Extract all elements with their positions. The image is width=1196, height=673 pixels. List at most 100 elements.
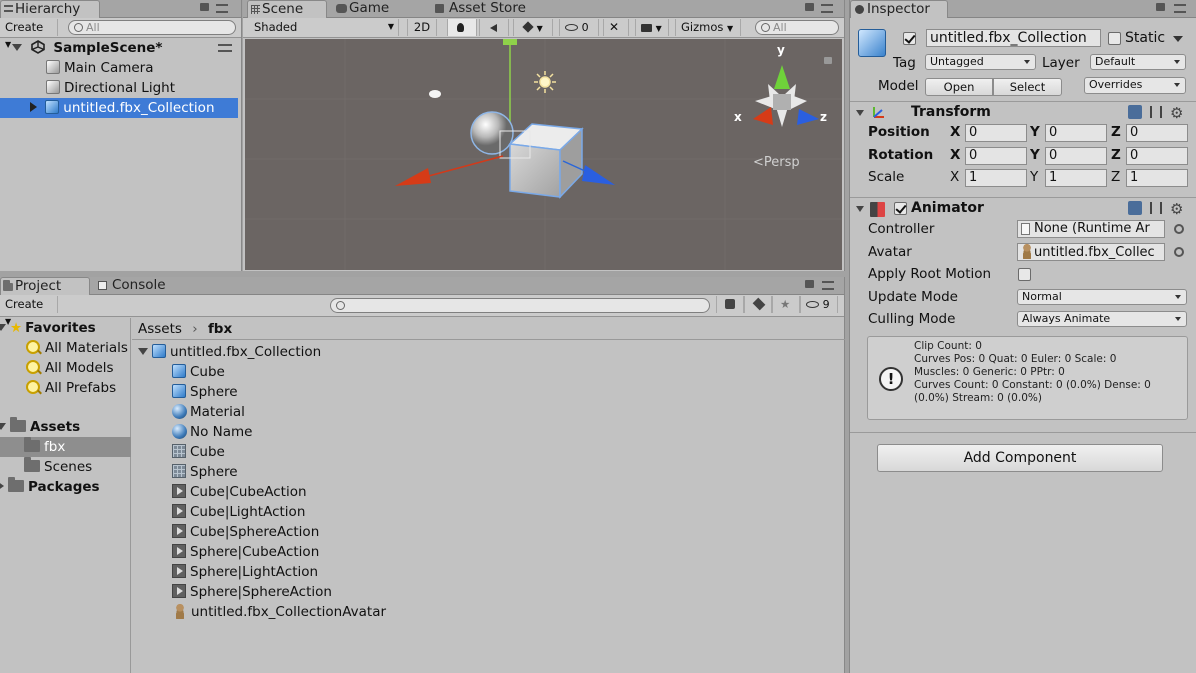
search-by-type-button[interactable]: [716, 296, 744, 313]
folder-scenes[interactable]: Scenes: [24, 457, 92, 477]
axis-label-x[interactable]: X: [950, 168, 959, 186]
asset-item[interactable]: Sphere|CubeAction: [172, 542, 319, 562]
transform-z-field[interactable]: 0: [1126, 146, 1188, 165]
expand-arrow-icon[interactable]: [138, 348, 148, 355]
controller-field[interactable]: None (Runtime Ar: [1017, 220, 1165, 238]
tab-project[interactable]: Project: [0, 277, 90, 295]
scene-root-row[interactable]: SampleScene*: [0, 38, 242, 58]
panel-menu-icon[interactable]: [821, 4, 833, 13]
asset-item[interactable]: Sphere|SphereAction: [172, 582, 332, 602]
object-picker-icon[interactable]: [1174, 247, 1184, 257]
shading-mode-dropdown[interactable]: Shaded ▼: [249, 19, 399, 36]
transform-z-field[interactable]: 0: [1126, 124, 1188, 142]
transform-z-field[interactable]: 1: [1126, 169, 1188, 187]
tag-dropdown[interactable]: Untagged: [925, 54, 1036, 70]
expand-arrow-icon[interactable]: [30, 102, 37, 112]
collapse-arrow-icon[interactable]: [856, 206, 864, 212]
animator-header[interactable]: Animator ⚙: [850, 197, 1196, 219]
axis-label-x[interactable]: X: [950, 123, 960, 141]
expand-arrow-icon[interactable]: [0, 481, 4, 491]
asset-item[interactable]: untitled.fbx_CollectionAvatar: [172, 602, 386, 622]
hierarchy-item-main-camera[interactable]: Main Camera: [0, 58, 242, 78]
axis-label-x[interactable]: X: [950, 146, 960, 164]
object-name-field[interactable]: untitled.fbx_Collection: [926, 29, 1101, 47]
transform-x-field[interactable]: 1: [965, 169, 1027, 187]
transform-x-field[interactable]: 0: [965, 146, 1027, 165]
gizmos-dropdown[interactable]: Gizmos ▼: [675, 19, 741, 36]
tab-hierarchy[interactable]: Hierarchy: [0, 0, 100, 18]
asset-item[interactable]: Sphere|LightAction: [172, 562, 318, 582]
packages-folder[interactable]: Packages: [0, 477, 100, 497]
add-component-button[interactable]: Add Component: [877, 444, 1163, 472]
tab-asset-store[interactable]: Asset Store: [423, 0, 543, 18]
lock-icon[interactable]: [805, 3, 814, 11]
favorite-all-prefabs[interactable]: All Prefabs: [26, 378, 116, 398]
axis-label-z[interactable]: Z: [1111, 168, 1120, 186]
breadcrumb-fbx[interactable]: fbx: [208, 321, 232, 337]
2d-toggle-button[interactable]: 2D: [407, 19, 437, 36]
transform-x-field[interactable]: 0: [965, 124, 1027, 142]
transform-header[interactable]: Transform ⚙: [850, 101, 1196, 123]
axis-label-z[interactable]: Z: [1111, 123, 1121, 141]
transform-y-field[interactable]: 0: [1045, 124, 1107, 142]
breadcrumb-assets[interactable]: Assets: [138, 321, 182, 337]
static-checkbox[interactable]: [1108, 32, 1121, 45]
asset-item[interactable]: Cube: [172, 442, 225, 462]
expand-arrow-icon[interactable]: [0, 324, 6, 331]
favorites-header[interactable]: ★ Favorites: [0, 318, 96, 338]
update-mode-dropdown[interactable]: Normal: [1017, 289, 1187, 305]
favorites-star-button[interactable]: ★: [772, 296, 800, 313]
hidden-objects-toggle[interactable]: 0: [559, 19, 599, 36]
viewport-lock-icon[interactable]: [824, 57, 832, 64]
axis-label-y[interactable]: Y: [1030, 168, 1038, 186]
audio-toggle-button[interactable]: [479, 19, 509, 36]
layer-dropdown[interactable]: Default: [1090, 54, 1186, 70]
asset-item[interactable]: Cube|SphereAction: [172, 522, 319, 542]
object-active-checkbox[interactable]: [903, 32, 916, 45]
lock-icon[interactable]: [1156, 3, 1165, 11]
panel-menu-icon[interactable]: [822, 281, 834, 290]
hierarchy-item-fbx-collection[interactable]: untitled.fbx_Collection: [0, 98, 238, 118]
axis-label-y[interactable]: Y: [1030, 123, 1040, 141]
help-book-icon[interactable]: [1128, 105, 1142, 119]
collapse-arrow-icon[interactable]: [856, 110, 864, 116]
asset-item[interactable]: No Name: [172, 422, 252, 442]
overrides-dropdown[interactable]: Overrides: [1084, 77, 1186, 94]
orientation-gizmo[interactable]: [753, 65, 819, 127]
tab-game[interactable]: Game: [333, 0, 423, 18]
tab-console[interactable]: Console: [94, 277, 184, 295]
favorite-all-materials[interactable]: All Materials: [26, 338, 128, 358]
model-open-button[interactable]: Open: [925, 78, 993, 96]
transform-y-field[interactable]: 0: [1045, 146, 1107, 165]
avatar-field[interactable]: untitled.fbx_Collec: [1017, 243, 1165, 261]
model-select-button[interactable]: Select: [993, 78, 1062, 96]
projection-label[interactable]: <Persp: [753, 155, 800, 170]
static-dropdown-arrow-icon[interactable]: [1173, 36, 1183, 42]
culling-mode-dropdown[interactable]: Always Animate: [1017, 311, 1187, 327]
asset-item[interactable]: Sphere: [172, 382, 238, 402]
object-picker-icon[interactable]: [1174, 224, 1184, 234]
hierarchy-item-directional-light[interactable]: Directional Light: [0, 78, 242, 98]
search-by-label-button[interactable]: [744, 296, 772, 313]
effects-dropdown[interactable]: ▼: [513, 19, 553, 36]
lock-icon[interactable]: [805, 280, 814, 288]
expand-arrow-icon[interactable]: [12, 44, 22, 51]
asset-item[interactable]: Cube: [172, 362, 225, 382]
apply-root-motion-checkbox[interactable]: [1018, 268, 1031, 281]
animator-enabled-checkbox[interactable]: [894, 202, 907, 215]
asset-root-fbx-collection[interactable]: untitled.fbx_Collection: [138, 342, 321, 362]
help-book-icon[interactable]: [1128, 201, 1142, 215]
gear-icon[interactable]: ⚙: [1170, 200, 1183, 218]
panel-menu-icon[interactable]: [216, 4, 228, 13]
asset-item[interactable]: Cube|LightAction: [172, 502, 305, 522]
hierarchy-search-input[interactable]: All: [68, 20, 236, 35]
camera-dropdown[interactable]: ▼: [635, 19, 669, 36]
scene-viewport[interactable]: y x z <Persp: [245, 39, 842, 270]
scene-search-input[interactable]: All: [755, 20, 839, 35]
axis-label-y[interactable]: Y: [1030, 146, 1040, 164]
preset-sliders-icon[interactable]: [1150, 202, 1162, 214]
scene-menu-icon[interactable]: [218, 44, 232, 52]
hierarchy-create-button[interactable]: Create ▼: [0, 19, 58, 49]
asset-item[interactable]: Cube|CubeAction: [172, 482, 307, 502]
lock-icon[interactable]: [200, 3, 209, 11]
